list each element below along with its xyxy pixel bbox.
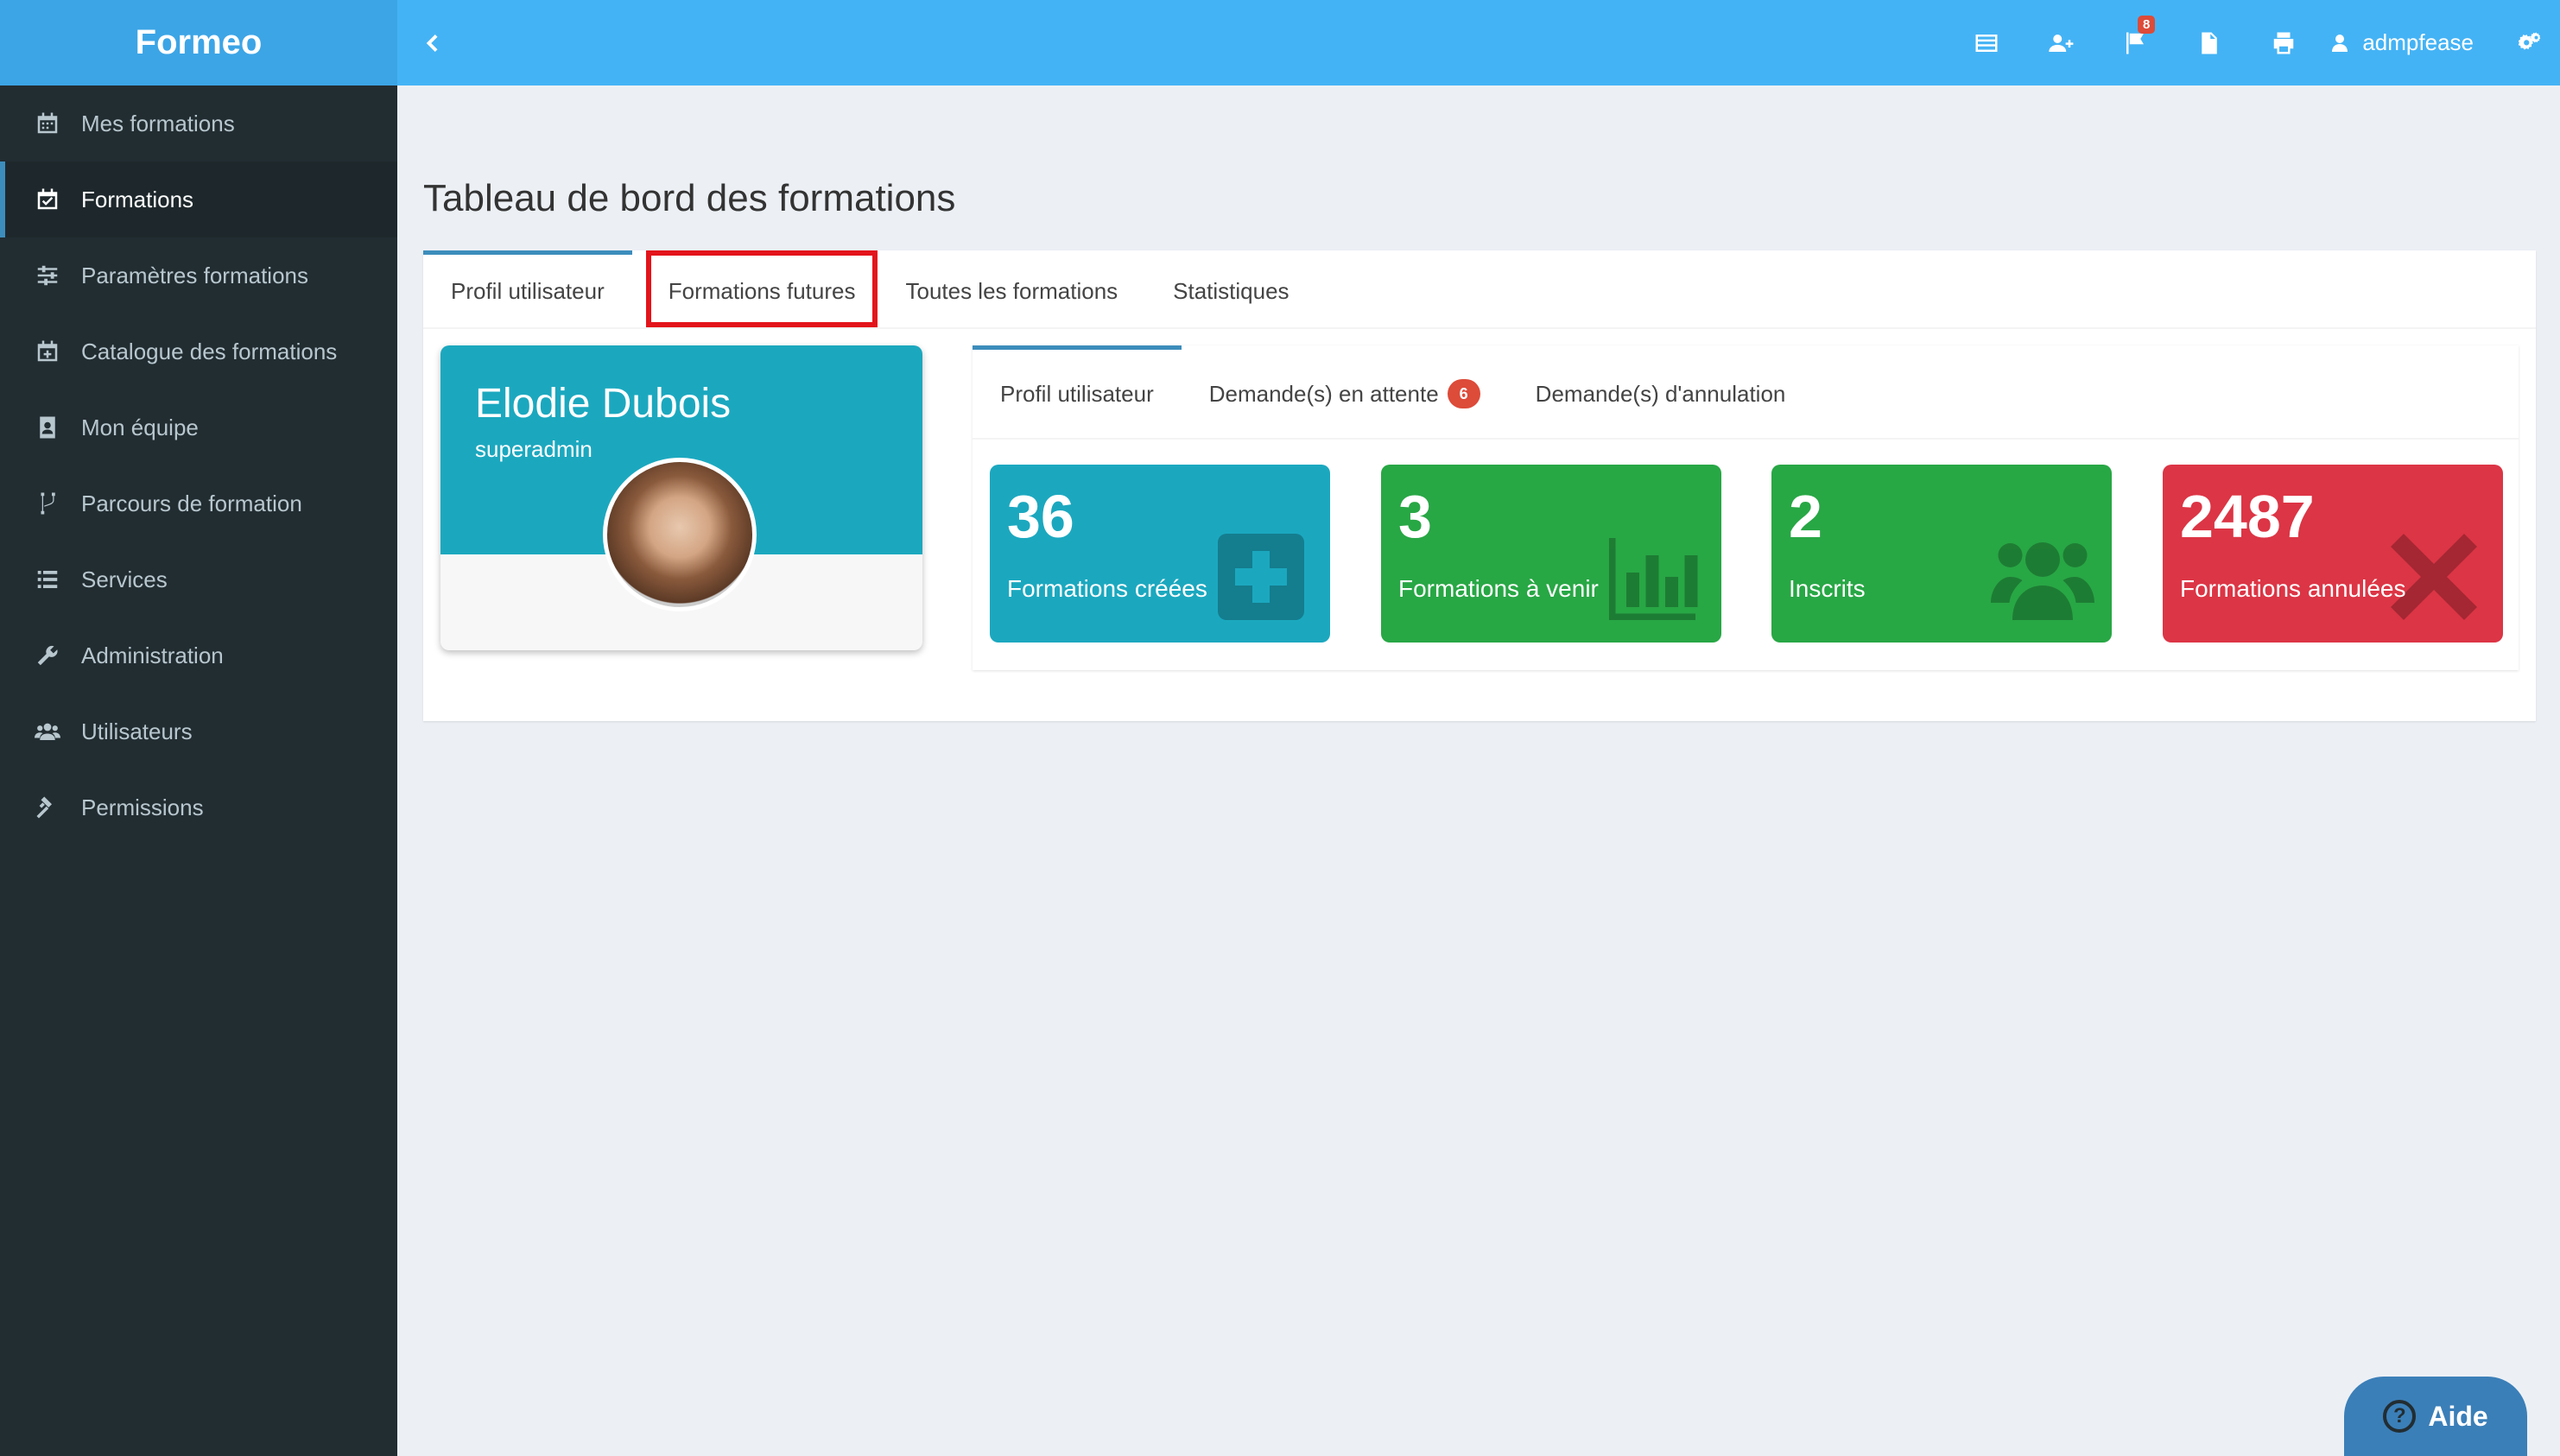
sidebar-item-label: Permissions [81,794,204,820]
sidebar-item-label: Catalogue des formations [81,338,338,364]
sidebar-item-label: Parcours de formation [81,490,302,516]
notification-count-badge: 8 [2138,16,2156,34]
sidebar-item-services[interactable]: Services [0,541,397,617]
file-text-icon [2202,32,2218,54]
notifications-button[interactable]: 8 [2098,0,2172,85]
tab-profil-utilisateur[interactable]: Profil utilisateur [423,250,632,327]
profile-name: Elodie Dubois [475,381,732,427]
calendar-plus-icon [37,340,58,362]
top-navbar: 8 admpfease [397,0,2560,85]
question-icon: ? [2383,1400,2417,1433]
inner-tab-demandes-annulation[interactable]: Demande(s) d'annulation [1508,345,1814,438]
inner-tabs: Profil utilisateur Demande(s) en attente… [973,345,2519,440]
branch-icon [41,492,55,515]
user-menu[interactable]: admpfease [2321,0,2500,85]
page-title: Tableau de bord des formations [423,177,956,219]
sidebar-item-label: Administration [81,642,224,668]
sidebar-item-formations[interactable]: Formations [0,161,397,237]
help-button[interactable]: ? Aide [2344,1377,2527,1456]
profile-card: Elodie Dubois superadmin [440,345,922,650]
sidebar-item-label: Formations [81,186,194,212]
profile-role: superadmin [475,436,592,462]
avatar [603,458,757,611]
printer-icon [2274,32,2294,54]
stat-label: Formations annulées [2180,575,2406,602]
stat-label: Formations à venir [1398,575,1599,602]
sidebar-item-parcours[interactable]: Parcours de formation [0,465,397,541]
stat-value: 2 [1789,483,1822,550]
stat-card-inscrits[interactable]: 2 Inscrits [1771,465,2112,643]
sidebar-item-label: Mes formations [81,110,235,136]
sidebar-item-catalogue[interactable]: Catalogue des formations [0,313,397,389]
sidebar-item-administration[interactable]: Administration [0,617,397,693]
inner-tab-label: Demande(s) en attente [1208,380,1439,407]
sidebar-toggle-button[interactable] [397,0,466,85]
username-label: admpfease [2362,29,2474,55]
user-plus-icon [2049,34,2074,52]
sidebar-item-label: Services [81,566,168,592]
users-icon [1991,542,2094,620]
sidebar-item-label: Utilisateurs [81,718,193,744]
pending-count-badge: 6 [1447,379,1480,408]
print-button[interactable] [2246,0,2321,85]
calendar-check-icon [37,188,58,210]
sidebar: Formeo Mes formations Formations Paramèt… [0,0,397,1456]
gavel-icon [36,796,52,819]
sidebar-item-parametres-formations[interactable]: Paramètres formations [0,237,397,313]
tab-formations-futures[interactable]: Formations futures [645,250,878,327]
sidebar-item-permissions[interactable]: Permissions [0,769,397,845]
stat-card-formations-annulees[interactable]: 2487 Formations annulées [2163,465,2503,643]
tab-toutes-les-formations[interactable]: Toutes les formations [878,250,1145,327]
table-list-icon [1975,34,1998,52]
list-view-button[interactable] [1949,0,2024,85]
help-label: Aide [2428,1400,2488,1432]
users-icon [35,723,60,740]
sliders-icon [37,265,58,286]
stat-label: Formations créées [1007,575,1207,602]
stat-label: Inscrits [1789,575,1866,602]
main-tabs: Profil utilisateur Formations futures To… [423,250,2536,329]
add-user-button[interactable] [2024,0,2098,85]
sidebar-item-label: Mon équipe [81,414,199,440]
stat-card-formations-a-venir[interactable]: 3 Formations à venir [1381,465,1721,643]
list-icon [37,571,58,588]
documents-button[interactable] [2172,0,2246,85]
brand-logo[interactable]: Formeo [0,0,397,85]
sidebar-item-mon-equipe[interactable]: Mon équipe [0,389,397,465]
inner-tab-profil-utilisateur[interactable]: Profil utilisateur [973,345,1182,438]
flag-icon [2126,32,2145,54]
stat-value: 2487 [2180,483,2315,550]
wrench-icon [37,645,58,666]
bar-chart-icon [1609,538,1698,620]
sidebar-item-utilisateurs[interactable]: Utilisateurs [0,693,397,769]
stat-card-formations-creees[interactable]: 36 Formations créées [990,465,1330,643]
user-icon [2332,34,2348,52]
settings-button[interactable] [2500,0,2560,85]
inner-tab-demandes-en-attente[interactable]: Demande(s) en attente 6 [1182,345,1508,438]
stat-value: 3 [1398,483,1432,550]
dashboard-box: Profil utilisateur Formations futures To… [423,250,2536,721]
sidebar-item-mes-formations[interactable]: Mes formations [0,85,397,161]
sidebar-item-label: Paramètres formations [81,262,308,288]
stat-value: 36 [1007,483,1074,550]
chevron-left-icon [426,34,438,52]
tab-statistiques[interactable]: Statistiques [1145,250,1316,327]
profile-panel: Profil utilisateur Demande(s) en attente… [973,345,2519,670]
calendar-icon [37,112,58,134]
gears-icon [2518,32,2541,50]
plus-square-icon [1218,534,1304,620]
contact-card-icon [40,416,55,439]
